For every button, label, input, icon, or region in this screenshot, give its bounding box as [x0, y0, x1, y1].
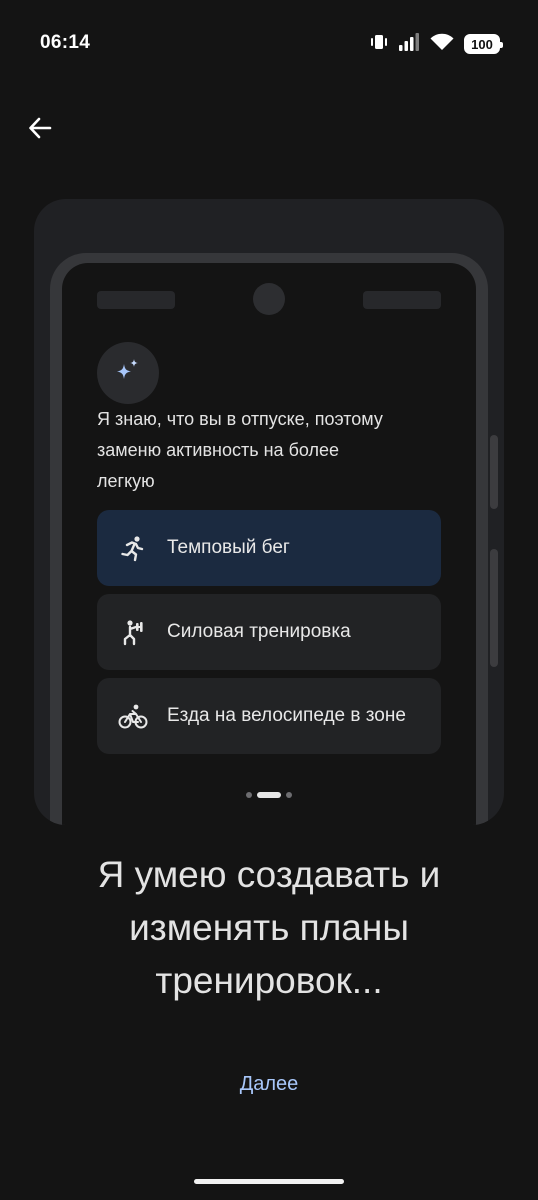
pager-dot: [286, 792, 292, 798]
workout-card-strength: Силовая тренировка: [97, 594, 441, 670]
ai-avatar: [97, 342, 159, 404]
signal-icon: [398, 32, 420, 56]
workout-label: Езда на велосипеде в зоне: [167, 705, 406, 726]
onboarding-illustration: Я знаю, что вы в отпуске, поэтому заменю…: [34, 199, 504, 825]
workout-label: Силовая тренировка: [167, 621, 351, 642]
strength-training-icon: [117, 616, 149, 648]
battery-indicator: 100: [464, 34, 503, 54]
home-indicator[interactable]: [194, 1179, 344, 1184]
phone-side-button: [490, 549, 498, 667]
camera-dot: [253, 283, 285, 315]
vibrate-icon: [370, 33, 388, 56]
running-icon: [117, 532, 149, 564]
sparkle-icon: [113, 356, 143, 391]
screen-placeholder-left: [97, 291, 175, 309]
page-title: Я умею создавать и изменять планы тренир…: [97, 854, 441, 1001]
pager-dot-active: [257, 792, 281, 798]
screen-placeholder-right: [363, 291, 441, 309]
assistant-message: Я знаю, что вы в отпуске, поэтому заменю…: [97, 409, 383, 491]
status-icons: 100: [370, 32, 503, 56]
status-time: 06:14: [40, 32, 91, 53]
workout-label: Темповый бег: [167, 537, 290, 558]
workout-card-tempo-run: Темповый бег: [97, 510, 441, 586]
next-button[interactable]: Далее: [189, 1064, 349, 1104]
status-bar: 06:14 100: [0, 0, 538, 80]
wifi-icon: [430, 33, 454, 56]
cycling-icon: [117, 700, 149, 732]
pager-dot: [246, 792, 252, 798]
page-indicator: [34, 792, 504, 798]
arrow-back-icon: [27, 115, 53, 146]
back-button[interactable]: [20, 110, 60, 150]
workout-card-cycling: Езда на велосипеде в зоне: [97, 678, 441, 754]
phone-side-button: [490, 435, 498, 509]
